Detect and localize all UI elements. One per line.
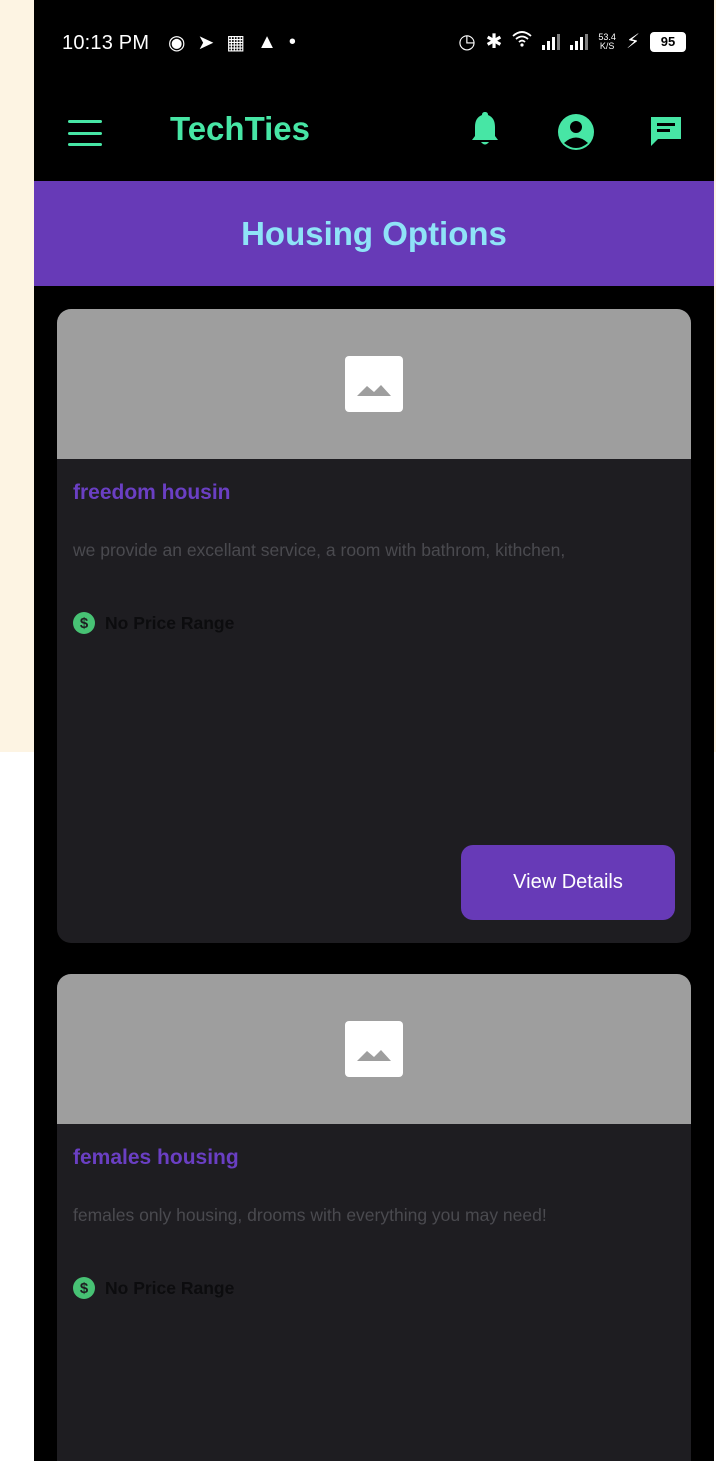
dot-icon: • (288, 31, 296, 53)
menu-icon[interactable] (68, 120, 102, 146)
housing-image (57, 974, 691, 1124)
net-speed-unit: K/S (599, 40, 615, 51)
dollar-icon: $ (73, 1277, 95, 1299)
image-placeholder-icon (345, 1021, 403, 1077)
housing-title: freedom housin (73, 481, 231, 504)
wifi-icon (512, 30, 533, 53)
price-row: $ No Price Range (73, 612, 234, 634)
signal-icon (542, 33, 561, 50)
battery-indicator: 95 (650, 31, 686, 52)
housing-card: females housing females only housing, dr… (57, 974, 691, 1461)
housing-image (57, 309, 691, 459)
signal-icon (570, 33, 589, 50)
net-speed: 53.4 K/S (598, 32, 616, 51)
housing-description: we provide an excellant service, a room … (73, 540, 566, 560)
chat-icon[interactable] (648, 114, 684, 155)
charging-icon: ⚡ (625, 31, 640, 53)
bluetooth-icon: ✱ (485, 31, 503, 53)
page-title: Housing Options (241, 214, 507, 252)
sim-icon: ▦ (226, 32, 246, 54)
telegram-icon: ➤ (197, 32, 215, 54)
dollar-icon: $ (73, 612, 95, 634)
bell-icon[interactable] (470, 110, 500, 153)
housing-description: females only housing, drooms with everyt… (73, 1205, 547, 1225)
app-title: TechTies (170, 110, 311, 147)
account-icon[interactable] (556, 112, 596, 157)
housing-title: females housing (73, 1146, 239, 1169)
notification-dot-icon: ◉ (168, 32, 186, 54)
housing-card: freedom housin we provide an excellant s… (57, 309, 691, 943)
alarm-icon: ◷ (458, 31, 476, 53)
status-time: 10:13 PM (62, 32, 150, 54)
status-bar: 10:13 PM ◉ ➤ ▦ ▲ • ◷ ✱ 53.4 K/S ⚡ 95 (34, 0, 714, 80)
price-text: No Price Range (105, 612, 235, 633)
app-bar: TechTies (34, 86, 714, 180)
image-placeholder-icon (345, 356, 403, 412)
price-text: No Price Range (105, 1277, 235, 1298)
price-row: $ No Price Range (73, 1277, 234, 1299)
phone-screen: 10:13 PM ◉ ➤ ▦ ▲ • ◷ ✱ 53.4 K/S ⚡ 95 Tec (34, 0, 714, 1461)
view-details-button[interactable]: View Details (461, 845, 675, 920)
page-header: Housing Options (34, 181, 714, 286)
flame-icon: ▲ (257, 31, 277, 53)
status-right-icons: ◷ ✱ 53.4 K/S ⚡ 95 (458, 29, 686, 54)
status-left-icons: ◉ ➤ ▦ ▲ • (168, 30, 296, 55)
